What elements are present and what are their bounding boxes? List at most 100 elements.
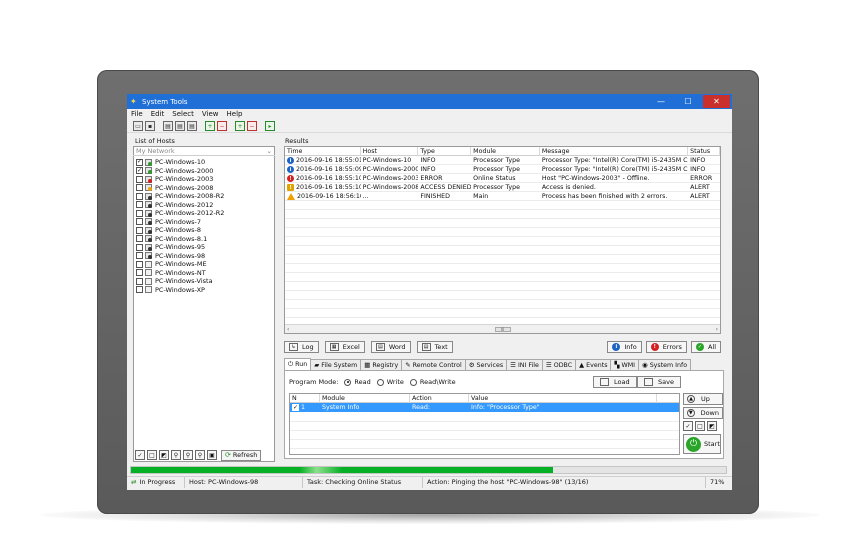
select-offline-icon[interactable]: ⚲ <box>195 450 205 460</box>
scroll-right-icon[interactable]: › <box>716 326 718 333</box>
tab-remote-control[interactable]: ✎ Remote Control <box>401 359 466 370</box>
col-n[interactable]: N <box>290 394 320 403</box>
host-settings-icon[interactable]: ▣ <box>207 450 217 460</box>
host-item[interactable]: PC-Windows-7 <box>136 218 274 227</box>
filter-errors-button[interactable]: ! Errors <box>645 340 687 353</box>
host-item[interactable]: PC-Windows-2008-R2 <box>136 192 274 201</box>
result-row[interactable]: 2016-09-16 18:56:10... FINISHED Main Proces… <box>285 192 720 201</box>
col-host[interactable]: Host <box>361 147 419 156</box>
host-item[interactable]: PC-Windows-2012 <box>136 201 274 210</box>
task-check-all-icon[interactable]: ✓ <box>683 421 693 431</box>
remove-host-icon[interactable]: − <box>217 121 227 131</box>
maximize-button[interactable]: ☐ <box>677 95 699 108</box>
save-button[interactable]: Save <box>637 376 681 388</box>
col-type[interactable]: Type <box>418 147 472 156</box>
host-item[interactable]: PC-Windows-2003 <box>136 175 274 184</box>
menu-select[interactable]: Select <box>168 109 198 119</box>
host-checkbox[interactable]: ✓ <box>136 158 143 166</box>
host-checkbox[interactable] <box>136 192 143 200</box>
result-row[interactable]: ! 2016-09-16 18:55:10 PC-Windows-2008 ACCES… <box>285 183 720 192</box>
col-message[interactable]: Message <box>540 147 689 156</box>
host-checkbox[interactable] <box>136 243 143 251</box>
host-checkbox[interactable] <box>136 269 143 277</box>
host-item[interactable]: PC-Windows-95 <box>136 243 274 252</box>
export-excel-button[interactable]: ▦ Excel <box>324 340 365 353</box>
menu-file[interactable]: File <box>127 109 147 119</box>
remove-task-icon[interactable]: − <box>247 121 257 131</box>
host-item[interactable]: PC-Windows-98 <box>136 252 274 261</box>
col-module[interactable]: Module <box>471 147 540 156</box>
menu-edit[interactable]: Edit <box>147 109 169 119</box>
document-list-icon[interactable]: ▤ <box>175 121 185 131</box>
load-button[interactable]: Load <box>593 376 637 388</box>
export-log-button[interactable]: ↳ Log <box>284 340 319 353</box>
host-item[interactable]: PC-Windows-8.1 <box>136 235 274 244</box>
task-uncheck-all-icon[interactable]: □ <box>695 421 705 431</box>
invert-check-icon[interactable]: ◩ <box>159 450 169 460</box>
save-disk-icon[interactable]: ▪ <box>145 121 155 131</box>
host-checkbox[interactable] <box>136 175 143 183</box>
host-item[interactable]: PC-Windows-8 <box>136 226 274 235</box>
host-checkbox[interactable] <box>136 277 143 285</box>
host-item[interactable]: PC-Windows-2008 <box>136 184 274 193</box>
network-combo[interactable]: My Network ⌄ <box>133 146 275 156</box>
col-action[interactable]: Action <box>410 394 469 403</box>
host-checkbox[interactable] <box>136 235 143 243</box>
results-scrollbar[interactable]: ‹ III › <box>285 324 720 333</box>
move-down-button[interactable]: ▼ Down <box>683 407 723 419</box>
close-button[interactable]: ✕ <box>703 95 730 108</box>
start-button[interactable]: ⏻ Start <box>683 434 721 454</box>
scroll-thumb[interactable]: III <box>494 326 511 332</box>
host-checkbox[interactable] <box>136 201 143 209</box>
host-item[interactable]: PC-Windows-XP <box>136 286 274 295</box>
export-word-button[interactable]: ▤ Word <box>370 340 411 353</box>
host-item[interactable]: ✓ PC-Windows-10 <box>136 158 274 167</box>
col-status[interactable]: Status <box>688 147 720 156</box>
host-item[interactable]: PC-Windows-NT <box>136 269 274 278</box>
tab-file-system[interactable]: ▰ File System <box>310 359 362 370</box>
refresh-button[interactable]: ⟳ Refresh <box>221 449 262 461</box>
uncheck-all-icon[interactable]: □ <box>147 450 157 460</box>
check-all-icon[interactable]: ✓ <box>135 450 145 460</box>
result-row[interactable]: ! 2016-09-16 18:55:10 PC-Windows-2003 ERROR… <box>285 174 720 183</box>
tab-odbc[interactable]: ☰ ODBC <box>541 359 577 370</box>
host-checkbox[interactable] <box>136 226 143 234</box>
col-time[interactable]: Time <box>285 147 361 156</box>
tab-ini-file[interactable]: ☰ INI File <box>506 359 543 370</box>
tab-wmi[interactable]: ▚ WMI <box>610 359 640 370</box>
result-row[interactable]: i 2016-09-16 18:55:01 PC-Windows-10 INFO Pro… <box>285 156 720 165</box>
menu-view[interactable]: View <box>198 109 223 119</box>
add-host-icon[interactable]: + <box>205 121 215 131</box>
minimize-button[interactable]: — <box>650 95 672 108</box>
scroll-left-icon[interactable]: ‹ <box>287 326 289 333</box>
tab-events[interactable]: ▲ Events <box>575 359 612 370</box>
task-row[interactable]: ✓ 1 System Info Read: Info: "Processor Ty… <box>290 403 679 412</box>
host-checkbox[interactable] <box>136 184 143 192</box>
tab-system-info[interactable]: ◉ System Info <box>638 359 692 370</box>
mode-read-radio[interactable] <box>344 378 352 386</box>
host-item[interactable]: PC-Windows-Vista <box>136 277 274 286</box>
host-item[interactable]: PC-Windows-2012-R2 <box>136 209 274 218</box>
host-checkbox[interactable] <box>136 209 143 217</box>
export-text-button[interactable]: ▤ Text <box>416 340 453 353</box>
host-checkbox[interactable]: ✓ <box>136 167 143 175</box>
filter-info-button[interactable]: i Info <box>607 340 642 353</box>
tab-registry[interactable]: ▦ Registry <box>360 359 403 370</box>
col-value[interactable]: Value <box>469 394 657 403</box>
host-checkbox[interactable] <box>136 218 143 226</box>
tab-services[interactable]: ⚙ Services <box>464 359 508 370</box>
host-checkbox[interactable] <box>136 252 143 260</box>
tab-run[interactable]: ⏻ Run <box>284 358 312 370</box>
open-folder-icon[interactable]: ▭ <box>133 121 143 131</box>
select-online-icon[interactable]: ⚲ <box>183 450 193 460</box>
search-host-icon[interactable]: ⚲ <box>171 450 181 460</box>
menu-help[interactable]: Help <box>223 109 247 119</box>
host-item[interactable]: ✓ PC-Windows-2000 <box>136 167 274 176</box>
task-invert-icon[interactable]: ◩ <box>707 421 717 431</box>
task-checkbox[interactable]: ✓ <box>292 404 299 411</box>
result-row[interactable]: i 2016-09-16 18:55:09 PC-Windows-2000 INFO P… <box>285 165 720 174</box>
mode-readwrite-radio[interactable] <box>409 378 417 386</box>
host-checkbox[interactable] <box>136 260 143 268</box>
document-icon[interactable]: ▤ <box>163 121 173 131</box>
col-task-module[interactable]: Module <box>320 394 410 403</box>
